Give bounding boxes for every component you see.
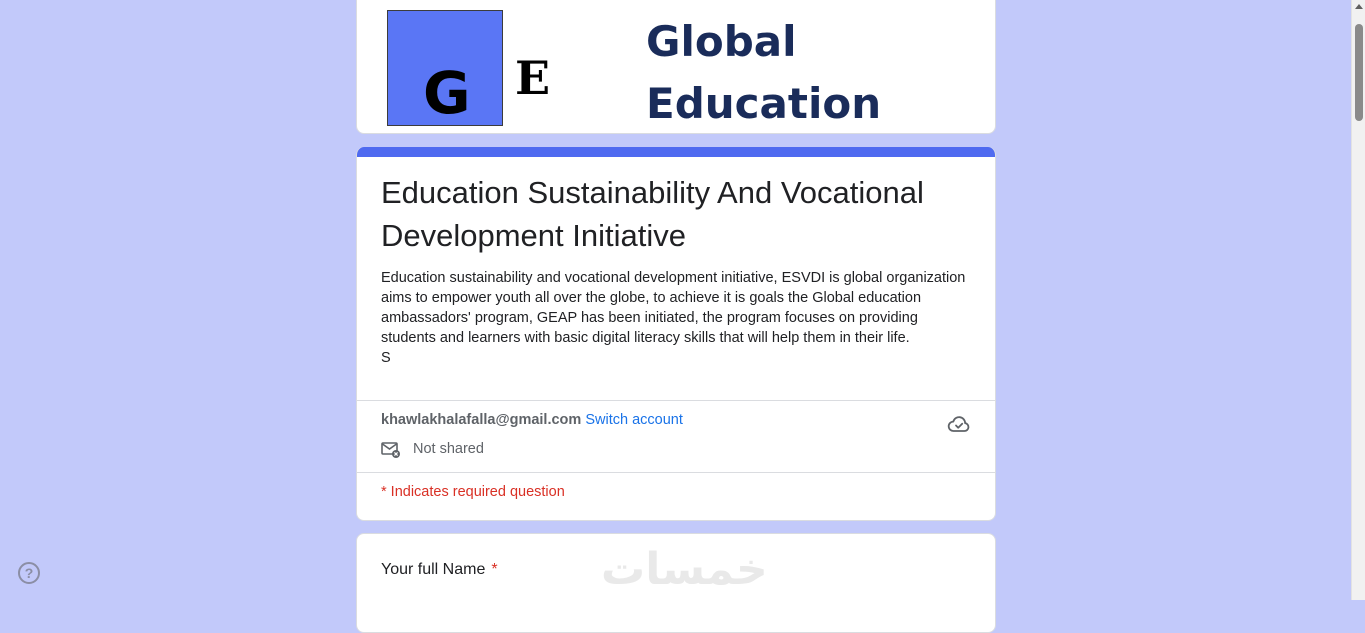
form-title: Education Sustainability And Vocational … — [381, 175, 924, 253]
required-asterisk: * — [491, 561, 498, 578]
header-banner: G E Global Education — [356, 0, 996, 134]
banner-line-2: Education — [646, 79, 882, 128]
watermark: خمسات — [601, 544, 768, 595]
account-row: khawlakhalafalla@gmail.com Switch accoun… — [381, 412, 683, 428]
question-title: Your full Name — [381, 561, 486, 578]
help-button[interactable]: ? — [18, 562, 40, 584]
scroll-thumb[interactable] — [1355, 24, 1363, 121]
scroll-up-arrow-icon[interactable] — [1355, 4, 1363, 9]
account-email: khawlakhalafalla@gmail.com — [381, 412, 582, 428]
divider — [357, 400, 995, 401]
page-scrollbar[interactable] — [1351, 0, 1365, 600]
accent-bar — [357, 147, 995, 157]
banner-heading: Global Education — [646, 11, 882, 133]
question-label: Your full Name * — [381, 561, 498, 579]
form-header-card: Education Sustainability And Vocational … — [356, 147, 996, 521]
sharing-status: Not shared — [413, 441, 484, 457]
switch-account-link[interactable]: Switch account — [585, 412, 683, 428]
divider — [357, 472, 995, 473]
logo-letter-e: E — [515, 51, 551, 105]
cloud-check-icon — [947, 416, 970, 432]
form-description: Education sustainability and vocational … — [381, 270, 966, 366]
logo-letter-g: G — [423, 59, 471, 127]
banner-line-1: Global — [646, 17, 797, 66]
required-note: * Indicates required question — [381, 484, 565, 500]
mail-not-shared-icon — [381, 442, 400, 458]
question-card: Your full Name * خمسات — [356, 533, 996, 633]
